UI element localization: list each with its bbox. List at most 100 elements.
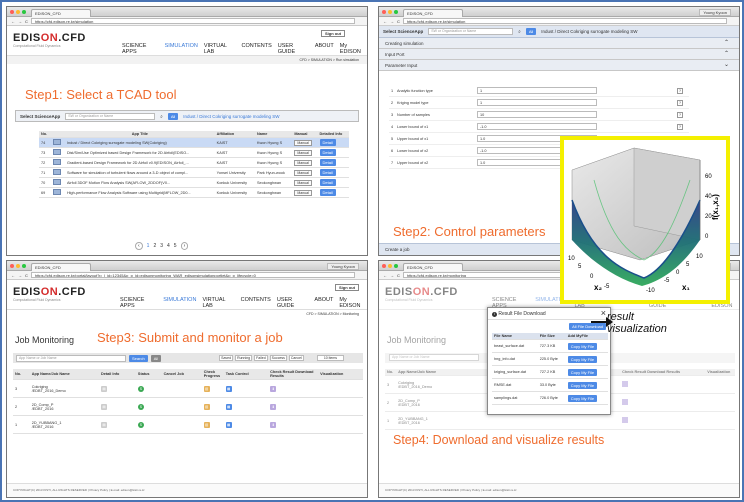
param-input[interactable]: 1 [477,99,597,106]
app-title[interactable]: Gradient-based Design Framework for 2D A… [64,157,215,168]
download-results-icon[interactable]: ⬇ [270,403,277,410]
accordion-parameter-input[interactable]: Parameter Input ⌄ [379,60,739,71]
param-input[interactable]: 1 [477,87,597,94]
nav-simulation[interactable]: SIMULATION [163,297,196,309]
manual-button[interactable]: Manual [294,149,312,156]
param-help-icon[interactable]: ? [677,111,683,118]
nav-user-guide[interactable]: USER GUIDE [277,297,309,309]
back-icon[interactable]: ← [383,19,387,24]
browser-tab[interactable]: EDISON_CFD [31,9,91,17]
nav-science-apps[interactable]: SCIENCE APPS [120,297,157,309]
status-success-icon[interactable]: S [137,385,144,392]
forward-icon[interactable]: → [18,19,22,24]
param-input[interactable]: 10 [477,111,597,118]
search-icon[interactable]: ⌕ [160,114,163,119]
nav-simulation[interactable]: SIMULATION [165,43,198,55]
task-control-icon[interactable]: ▦ [225,421,232,428]
app-search-input[interactable]: SW or Organization or Name [428,28,514,35]
copy-my-file-button[interactable]: Copy My File [567,368,598,376]
detail-button[interactable]: Detail [319,159,336,166]
app-search-input[interactable]: SW or Organization or Name [65,112,156,120]
param-help-icon[interactable]: ? [677,87,683,94]
status-success-icon[interactable]: S [137,403,144,410]
page-number[interactable]: 3 [160,243,163,249]
search-button[interactable]: Search [129,354,148,362]
status-filter[interactable]: Success [269,355,287,361]
table-row[interactable]: 74 Indust / Direct Cokriging surrogate mo… [39,137,349,148]
manual-button[interactable]: Manual [294,159,312,166]
browser-tab[interactable]: EDISON_CFD [403,263,463,271]
signout-button[interactable]: Sign out [321,30,345,37]
app-title[interactable]: High-performance Flow Analysis Software … [64,187,215,198]
detail-button[interactable]: Detail [319,169,336,176]
manual-button[interactable]: Manual [294,179,312,186]
forward-icon[interactable]: → [390,19,394,24]
app-title[interactable]: Airfoil 3DOF Motion Flow Analysis SW(AFL… [64,177,215,188]
nav-my-edison[interactable]: My EDISON [339,297,367,309]
accordion-creating-simulation[interactable]: Creating simulation ⌃ [379,38,739,49]
next-page-icon[interactable]: › [180,242,189,250]
url-field[interactable]: https://cfd.edison.re.kr/simulation [402,18,727,24]
nav-contents[interactable]: CONTENTS [242,43,272,55]
detail-info-icon[interactable]: ▤ [101,421,107,428]
all-button[interactable]: All [150,354,162,362]
url-field[interactable]: https://cfd.edison.re.kr/portal/layout?p… [30,272,355,278]
detail-button[interactable]: Detail [319,179,336,186]
browser-tab[interactable]: EDISON_CFD [31,263,91,271]
download-results-icon[interactable] [622,381,629,387]
param-help-icon[interactable]: ? [677,123,683,130]
table-row[interactable]: 73 Dist/Sim/Use Optimized based Design Fr… [39,147,349,158]
nav-virtual-lab[interactable]: VIRTUAL LAB [204,43,236,55]
url-field[interactable]: https://cfd.edison.re.kr/simulation [30,18,355,24]
table-row[interactable]: 71 Software for simulation of turbulent f… [39,167,349,178]
nav-about[interactable]: ABOUT [315,43,334,55]
download-results-icon[interactable]: ⬇ [270,385,277,392]
accordion-input-port[interactable]: Input Port ⌃ [379,49,739,60]
download-results-icon[interactable]: ⬇ [270,421,277,428]
signout-button[interactable]: Sign out [335,284,359,291]
job-search-input[interactable]: App Name or Job Name [389,354,479,361]
table-row[interactable]: 70 Airfoil 3DOF Motion Flow Analysis SW(A… [39,177,349,188]
browser-tab[interactable]: EDISON_CFD [403,9,463,17]
copy-my-file-button[interactable]: Copy My File [567,342,598,350]
copy-my-file-button[interactable]: Copy My File [567,355,598,363]
page-number[interactable]: 1 [147,243,150,249]
manual-button[interactable]: Manual [294,169,312,176]
prev-page-icon[interactable]: ‹ [135,242,143,250]
forward-icon[interactable]: → [18,273,22,278]
status-filter[interactable]: Running [235,355,253,361]
detail-button[interactable]: Detail [319,149,336,156]
forward-icon[interactable]: → [390,273,394,278]
table-row[interactable]: 69 High-performance Flow Analysis Softwar… [39,187,349,198]
nav-contents[interactable]: CONTENTS [241,297,271,309]
site-logo[interactable]: EDISON.CFD Computational Fluid Dynamics [13,286,86,302]
table-row[interactable]: 1 2D_YUBBANG_1/EDBT_2016 ▤ S ▥ ▦ ⬇ [13,415,363,434]
profile-badge[interactable]: Young Kyoon [327,263,359,270]
reload-icon[interactable]: C [25,19,28,24]
download-results-icon[interactable] [622,399,629,405]
app-title[interactable]: Software for simulation of turbulent flo… [64,167,215,178]
download-results-icon[interactable] [622,417,629,423]
nav-my-edison[interactable]: My EDISON [340,43,367,55]
reload-icon[interactable]: C [397,19,400,24]
page-number[interactable]: 2 [153,243,156,249]
all-button[interactable]: All [167,112,179,120]
app-title[interactable]: Dist/Sim/Use Optimized based Design Fram… [64,147,215,158]
reload-icon[interactable]: C [397,273,400,278]
detail-button[interactable]: Detail [319,139,336,146]
check-progress-icon[interactable]: ▥ [203,403,210,410]
status-filter[interactable]: Cancel [288,355,304,361]
reload-icon[interactable]: C [25,273,28,278]
param-input[interactable]: -1.0 [477,123,597,130]
back-icon[interactable]: ← [383,273,387,278]
site-logo[interactable]: EDISON.CFD Computational Fluid Dynamics [13,32,86,48]
page-number[interactable]: 5 [174,243,177,249]
status-success-icon[interactable]: S [137,421,144,428]
detail-info-icon[interactable]: ▤ [101,403,107,410]
all-button[interactable]: All [525,28,537,35]
back-icon[interactable]: ← [11,19,15,24]
table-row[interactable]: 72 Gradient-based Design Framework for 2D… [39,157,349,168]
task-control-icon[interactable]: ▦ [225,403,232,410]
status-filter[interactable]: Failed [254,355,268,361]
profile-badge[interactable]: Young Kyoon [699,9,731,16]
